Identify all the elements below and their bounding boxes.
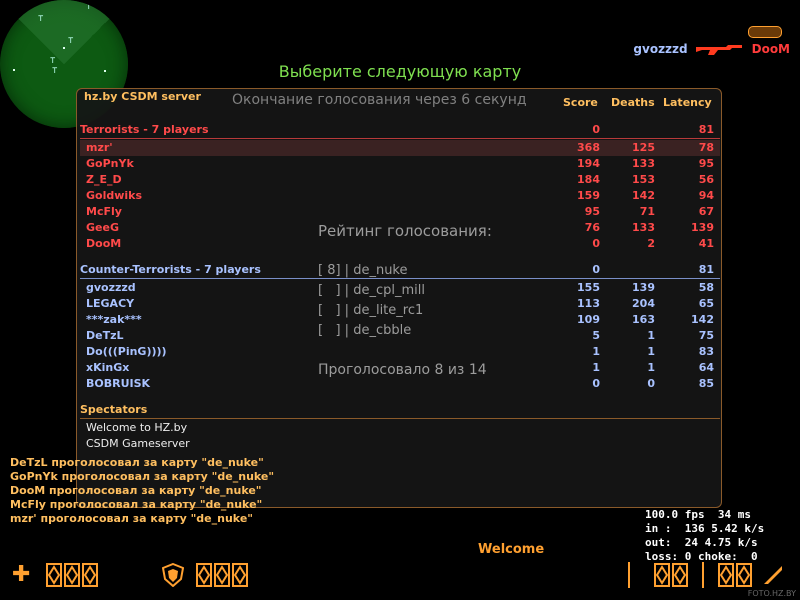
chat-line: McFly проголосовал за карту "de_nuke" [10, 498, 263, 511]
armor-shield-icon [162, 563, 184, 587]
netgraph-line: in : 136 5.42 k/s [645, 522, 765, 535]
team-latency: 81 [698, 123, 714, 136]
team-label: Counter-Terrorists - 7 players [80, 263, 261, 276]
player-row: Z_E_D 184 153 56 [86, 173, 714, 186]
killfeed-killer: gvozzzd [633, 42, 688, 56]
column-score: Score [563, 96, 598, 109]
vote-option[interactable]: [ ] | de_cpl_mill [318, 283, 425, 298]
armor-digits-icon [196, 563, 248, 587]
column-latency: Latency [663, 96, 712, 109]
chat-line: DeTzL проголосовал за карту "de_nuke" [10, 456, 264, 469]
health-cross-icon: ✚ [12, 562, 31, 587]
ammo-divider [628, 562, 630, 588]
radar-teammate-icon: ⊤ [86, 2, 92, 12]
player-row: McFly 95 71 67 [86, 205, 714, 218]
team-label: Terrorists - 7 players [80, 123, 209, 136]
player-row: BOBRUISK 0 0 85 [86, 377, 714, 390]
welcome-text: Welcome [478, 542, 545, 557]
ammo-divider [702, 562, 704, 588]
team-score: 0 [592, 123, 600, 136]
bomb-icon [748, 26, 782, 38]
vote-end-countdown: Окончание голосования через 6 секунд [232, 92, 527, 108]
spectators-label: Spectators [80, 403, 148, 416]
health-digits-icon [46, 563, 98, 587]
player-row: GoPnYk 194 133 95 [86, 157, 714, 170]
player-row: mzr' 368 125 78 [80, 140, 720, 156]
chat-line: DooM проголосовал за карту "de_nuke" [10, 484, 262, 497]
radar-teammate-icon: ⊤ [68, 36, 74, 46]
player-row: Do(((PinG)))) 1 1 83 [86, 345, 714, 358]
team-score: 0 [592, 263, 600, 276]
divider [80, 418, 720, 419]
team-latency: 81 [698, 263, 714, 276]
radar-player-icon [63, 47, 65, 49]
vote-option[interactable]: [ ] | de_cbble [318, 323, 411, 338]
divider [80, 278, 720, 279]
motd-line: CSDM Gameserver [86, 437, 190, 450]
motd-line: Welcome to HZ.by [86, 421, 188, 434]
server-name: hz.by CSDM server [84, 90, 201, 103]
vote-rating-title: Рейтинг голосования: [318, 222, 492, 240]
vote-count: Проголосовало 8 из 14 [318, 362, 487, 378]
ammo-digits-icon [654, 563, 688, 587]
watermark: FOTO.HZ.BY [747, 589, 796, 598]
chat-line: GoPnYk проголосовал за карту "de_nuke" [10, 470, 275, 483]
column-deaths: Deaths [611, 96, 655, 109]
netgraph-line: out: 24 4.75 k/s [645, 536, 758, 549]
divider [80, 138, 720, 139]
chat-line: mzr' проголосовал за карту "de_nuke" [10, 512, 254, 525]
reserve-ammo-digits-icon [718, 563, 752, 587]
killfeed-victim: DooM [751, 42, 790, 56]
ammo-bullet-icon [764, 566, 782, 584]
rifle-icon [695, 45, 742, 55]
team-header-terrorists: Terrorists - 7 players 0 81 [80, 122, 720, 138]
vote-option[interactable]: [ ] | de_lite_rc1 [318, 303, 423, 318]
killfeed: gvozzzd DooM [633, 40, 790, 58]
player-row: Goldwiks 159 142 94 [86, 189, 714, 202]
netgraph-line: 100.0 fps 34 ms [645, 508, 751, 521]
radar-teammate-icon: ⊤ [38, 14, 44, 24]
vote-option[interactable]: [ 8] | de_nuke [318, 263, 408, 278]
vote-title: Выберите следующую карту [278, 62, 522, 81]
